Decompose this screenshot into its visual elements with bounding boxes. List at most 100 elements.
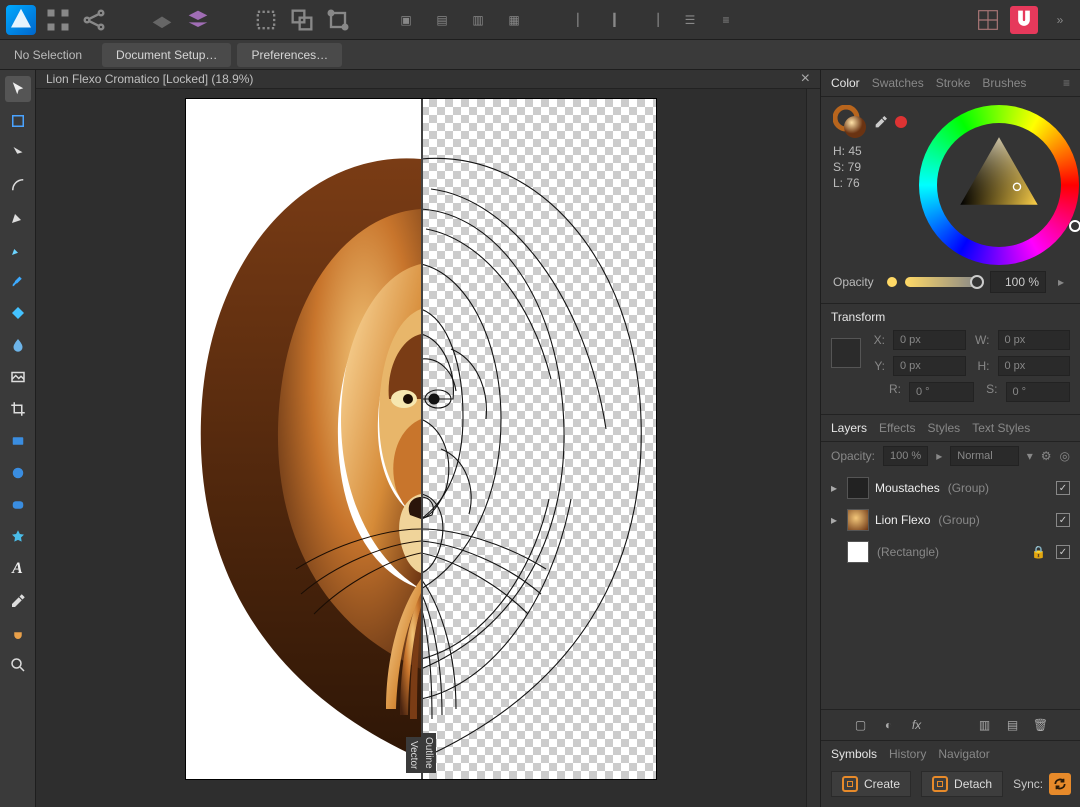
tab-effects[interactable]: Effects	[879, 421, 915, 435]
opacity-value-input[interactable]: 100 %	[990, 271, 1046, 293]
panel-menu-icon[interactable]: ≡	[1063, 76, 1070, 90]
grid-icon[interactable]	[44, 6, 72, 34]
delete-layer-icon[interactable]: 🗑	[1032, 716, 1050, 734]
layer-row[interactable]: (Rectangle) 🔒 ✓	[821, 536, 1080, 568]
move-tool-icon[interactable]	[5, 76, 31, 102]
tab-color[interactable]: Color	[831, 76, 860, 90]
hue-handle-icon[interactable]	[1069, 220, 1080, 232]
align-right-icon[interactable]: ▕	[640, 6, 668, 34]
symbol-detach-icon	[932, 776, 948, 792]
adjustment-icon[interactable]: ◐	[880, 716, 898, 734]
sample-color-icon[interactable]	[895, 116, 907, 128]
fill-stroke-swatch-icon[interactable]	[833, 105, 867, 139]
layer-visible-checkbox[interactable]: ✓	[1056, 545, 1070, 559]
tab-text-styles[interactable]: Text Styles	[972, 421, 1030, 435]
place-image-tool-icon[interactable]	[5, 364, 31, 390]
corner-tool-icon[interactable]	[5, 172, 31, 198]
align-left-icon[interactable]: ▏	[568, 6, 596, 34]
layer-visible-checkbox[interactable]: ✓	[1056, 481, 1070, 495]
layer-settings-icon[interactable]: ⚙	[1041, 449, 1052, 463]
tab-transform[interactable]: Transform	[831, 310, 885, 324]
layers-list: ▸ Moustaches (Group) ✓ ▸ Lion Flexo (Gro…	[821, 470, 1080, 570]
r-input[interactable]: 0 °	[909, 382, 974, 402]
transform-icon[interactable]	[324, 6, 352, 34]
document-setup-button[interactable]: Document Setup…	[102, 43, 231, 67]
opacity-slider[interactable]	[905, 277, 982, 287]
create-symbol-button[interactable]: Create	[831, 771, 911, 797]
select-all-icon[interactable]	[252, 6, 280, 34]
disclosure-icon[interactable]: ▸	[831, 481, 841, 495]
fx-icon[interactable]: fx	[908, 716, 926, 734]
tab-layers[interactable]: Layers	[831, 421, 867, 435]
layer-opacity-input[interactable]: 100 %	[883, 446, 928, 466]
pan-tool-icon[interactable]	[5, 620, 31, 646]
distribute-v-icon[interactable]: ≡	[712, 6, 740, 34]
layer-stack-icon[interactable]	[184, 6, 212, 34]
s-input[interactable]: 0 °	[1006, 382, 1071, 402]
add-layer-icon[interactable]: ▥	[976, 716, 994, 734]
w-input[interactable]: 0 px	[998, 330, 1071, 350]
brush-tool-icon[interactable]	[5, 268, 31, 294]
vertical-scrollbar[interactable]	[806, 89, 820, 807]
close-document-icon[interactable]: ×	[801, 70, 810, 88]
color-wheel[interactable]	[919, 105, 1079, 265]
text-tool-icon[interactable]: A	[5, 556, 31, 582]
eyedropper-tool-icon[interactable]	[5, 588, 31, 614]
disclosure-icon[interactable]: ▸	[831, 513, 841, 527]
mask-square-icon[interactable]: ▢	[852, 716, 870, 734]
tab-symbols[interactable]: Symbols	[831, 747, 877, 761]
arrange-back-icon[interactable]: ▦	[500, 6, 528, 34]
tab-history[interactable]: History	[889, 747, 926, 761]
zoom-tool-icon[interactable]	[5, 652, 31, 678]
sync-toggle[interactable]	[1049, 773, 1071, 795]
node-tool-icon[interactable]	[5, 140, 31, 166]
tab-stroke[interactable]: Stroke	[936, 76, 971, 90]
snapping-grid-icon[interactable]	[974, 6, 1002, 34]
layer-target-icon[interactable]: ◎	[1060, 449, 1070, 463]
preferences-button[interactable]: Preferences…	[237, 43, 342, 67]
opacity-stepper-icon[interactable]: ▸	[1054, 275, 1068, 289]
split-divider[interactable]	[421, 99, 423, 779]
add-pixel-layer-icon[interactable]: ▤	[1004, 716, 1022, 734]
arrange-forward-icon[interactable]: ▤	[428, 6, 456, 34]
tab-navigator[interactable]: Navigator	[938, 747, 989, 761]
select-same-icon[interactable]	[288, 6, 316, 34]
layer-visible-checkbox[interactable]: ✓	[1056, 513, 1070, 527]
layer-row[interactable]: ▸ Lion Flexo (Group) ✓	[821, 504, 1080, 536]
ellipse-tool-icon[interactable]	[5, 460, 31, 486]
pen-tool-icon[interactable]	[5, 204, 31, 230]
layer-row[interactable]: ▸ Moustaches (Group) ✓	[821, 472, 1080, 504]
h-input[interactable]: 0 px	[998, 356, 1071, 376]
tab-styles[interactable]: Styles	[928, 421, 961, 435]
detach-symbol-button[interactable]: Detach	[921, 771, 1003, 797]
fill-tool-icon[interactable]	[5, 300, 31, 326]
tab-swatches[interactable]: Swatches	[872, 76, 924, 90]
canvas[interactable]: Vector Outline	[36, 89, 806, 807]
layer-type: (Group)	[948, 481, 989, 495]
right-panels: Color Swatches Stroke Brushes ≡	[820, 70, 1080, 807]
magnet-snap-icon[interactable]	[1010, 6, 1038, 34]
toolbar-overflow-icon[interactable]: »	[1046, 6, 1074, 34]
rounded-rect-tool-icon[interactable]	[5, 492, 31, 518]
distribute-h-icon[interactable]: ☰	[676, 6, 704, 34]
layer-up-icon[interactable]	[148, 6, 176, 34]
anchor-selector[interactable]	[831, 338, 861, 368]
blend-mode-select[interactable]: Normal	[950, 446, 1018, 466]
crop-tool-icon[interactable]	[5, 396, 31, 422]
arrange-front-icon[interactable]: ▣	[392, 6, 420, 34]
share-icon[interactable]	[80, 6, 108, 34]
arrange-backward-icon[interactable]: ▥	[464, 6, 492, 34]
artboard-tool-icon[interactable]	[5, 108, 31, 134]
document-tab[interactable]: Lion Flexo Cromatico [Locked] (18.9%) ×	[36, 70, 820, 89]
y-input[interactable]: 0 px	[893, 356, 966, 376]
x-input[interactable]: 0 px	[893, 330, 966, 350]
tab-brushes[interactable]: Brushes	[982, 76, 1026, 90]
hsl-l: L: 76	[833, 175, 907, 191]
transparency-tool-icon[interactable]	[5, 332, 31, 358]
lock-icon[interactable]: 🔒	[1031, 545, 1046, 559]
shape-tool-icon[interactable]	[5, 524, 31, 550]
rectangle-tool-icon[interactable]	[5, 428, 31, 454]
align-center-icon[interactable]: ▎	[604, 6, 632, 34]
pencil-tool-icon[interactable]	[5, 236, 31, 262]
eyedropper-icon[interactable]	[873, 114, 889, 130]
